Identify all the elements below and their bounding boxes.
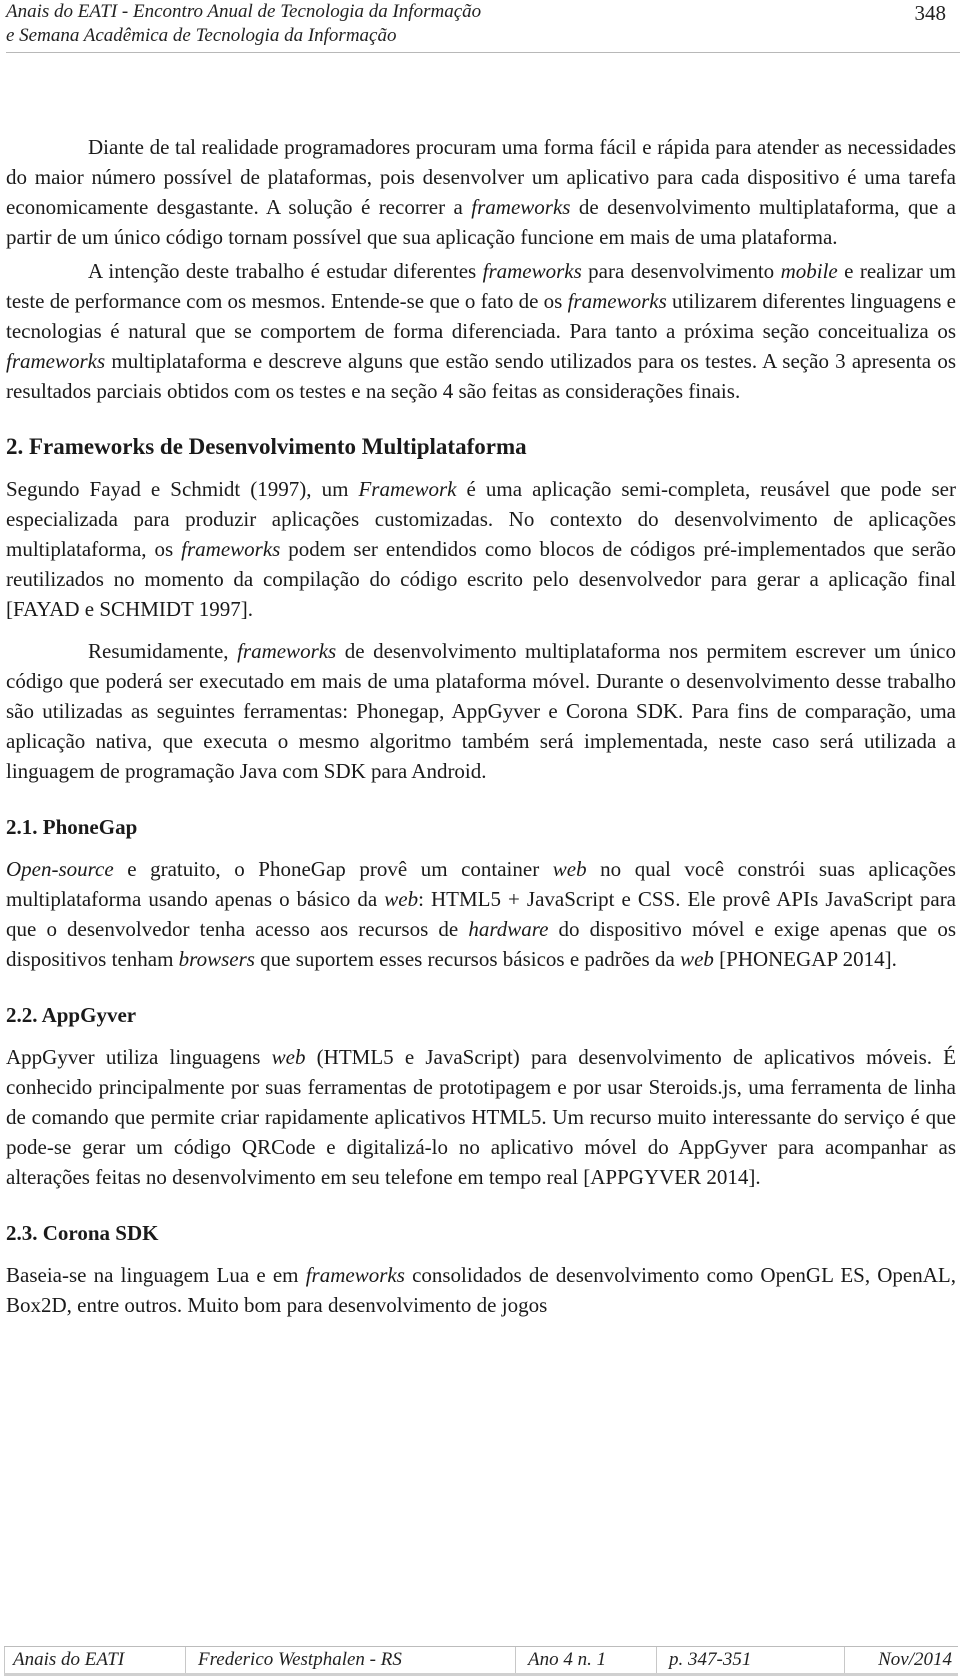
journal-title-line-2: e Semana Acadêmica de Tecnologia da Info… xyxy=(6,25,397,46)
italic-term: web xyxy=(552,857,587,881)
italic-term: web xyxy=(271,1045,306,1069)
intro-paragraph-1: Diante de tal realidade programadores pr… xyxy=(6,135,956,249)
italic-term: frameworks xyxy=(305,1263,405,1287)
footer-location: Frederico Westphalen - RS xyxy=(186,1647,516,1673)
section-2-heading: 2. Frameworks de Desenvolvimento Multipl… xyxy=(6,434,527,459)
italic-term: Open-source xyxy=(6,857,114,881)
italic-term: hardware xyxy=(468,917,549,941)
italic-term: frameworks xyxy=(181,537,281,561)
italic-term: frameworks xyxy=(237,639,337,663)
italic-term: frameworks xyxy=(567,289,667,313)
intro-paragraph-2: A intenção deste trabalho é estudar dife… xyxy=(6,259,957,403)
footer-journal: Anais do EATI xyxy=(4,1647,186,1673)
footer-date: Nov/2014 xyxy=(878,1649,952,1670)
section-2-3-heading: 2.3. Corona SDK xyxy=(6,1221,159,1245)
section-2-1-paragraph: Open-source e gratuito, o PhoneGap provê… xyxy=(6,857,957,971)
section-2-1-heading: 2.1. PhoneGap xyxy=(6,815,138,839)
italic-term: mobile xyxy=(780,259,838,283)
article-body: Diante de tal realidade programadores pr… xyxy=(6,132,956,1320)
journal-title-line-1: Anais do EATI - Encontro Anual de Tecnol… xyxy=(6,1,482,22)
italic-term: Framework xyxy=(358,477,457,501)
journal-title: Anais do EATI - Encontro Anual de Tecnol… xyxy=(6,0,481,48)
italic-term: frameworks xyxy=(6,349,106,373)
page-header: Anais do EATI - Encontro Anual de Tecnol… xyxy=(6,0,960,54)
italic-term: frameworks xyxy=(482,259,582,283)
section-2-2-heading: 2.2. AppGyver xyxy=(6,1003,137,1027)
section-2-3-paragraph: Baseia-se na linguagem Lua e em framewor… xyxy=(6,1263,956,1317)
footer-volume: Ano 4 n. 1 xyxy=(516,1647,657,1673)
footer-pages: p. 347-351 xyxy=(657,1647,845,1673)
italic-term: web xyxy=(384,887,419,911)
italic-term: browsers xyxy=(178,947,255,971)
section-2-2-paragraph: AppGyver utiliza linguagens web (HTML5 e… xyxy=(6,1045,957,1189)
header-divider xyxy=(6,52,960,53)
section-2-paragraph-1: Segundo Fayad e Schmidt (1997), um Frame… xyxy=(6,477,957,621)
page-number: 348 xyxy=(914,1,947,25)
italic-term: frameworks xyxy=(471,195,571,219)
page-footer: Anais do EATI Frederico Westphalen - RS … xyxy=(4,1646,958,1676)
section-2-paragraph-2: Resumidamente, frameworks de desenvolvim… xyxy=(6,639,956,783)
italic-term: web xyxy=(680,947,714,971)
